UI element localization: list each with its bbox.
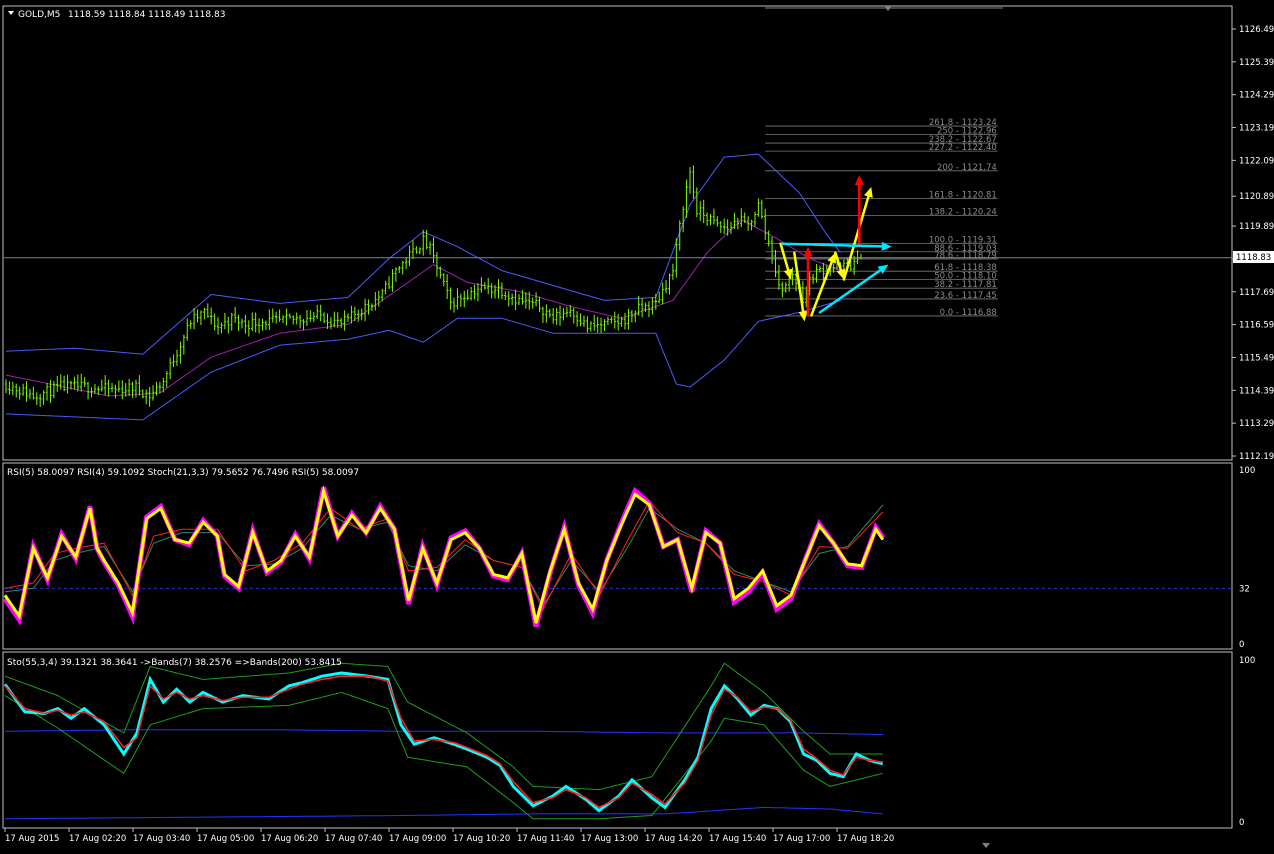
rsi-axis-label: 0 [1239, 640, 1244, 650]
price-axis-label: 1122.09 [1239, 156, 1274, 166]
price-axis-label: 1114.39 [1239, 386, 1274, 396]
time-axis-label: 17 Aug 2015 [5, 834, 59, 844]
sto-panel-title: Sto(55,3,4) 39.1321 38.3641 ->Bands(7) 3… [7, 658, 342, 668]
price-axis-label: 1123.19 [1239, 124, 1274, 134]
fib-level-label: 227.2 - 1122.40 [929, 143, 997, 153]
chart-background [0, 0, 1274, 850]
price-axis-label: 1126.49 [1239, 25, 1274, 35]
time-axis-label: 17 Aug 09:00 [389, 834, 446, 844]
time-axis-label: 17 Aug 10:20 [453, 834, 510, 844]
fib-level-label: 200 - 1121.74 [937, 163, 997, 173]
fib-level-label: 38.2 - 1117.81 [934, 280, 997, 290]
price-axis-label: 1113.29 [1239, 419, 1274, 429]
time-axis-label: 17 Aug 05:00 [197, 834, 254, 844]
rsi-axis-label: 32 [1239, 584, 1250, 594]
rsi-axis-label: 100 [1239, 466, 1255, 476]
symbol-title: GOLD,M5 [18, 10, 60, 20]
price-axis-label: 1119.89 [1239, 222, 1274, 232]
time-axis-label: 17 Aug 03:40 [133, 834, 190, 844]
time-axis-label: 17 Aug 07:40 [325, 834, 382, 844]
price-axis-label: 1124.29 [1239, 91, 1274, 101]
sto-axis-label: 0 [1239, 818, 1244, 828]
fib-level-label: 23.6 - 1117.45 [934, 291, 997, 301]
price-axis-label: 1117.69 [1239, 288, 1274, 298]
fib-level-label: 78.6 - 1118.79 [934, 251, 997, 261]
price-axis-label: 1115.49 [1239, 353, 1274, 363]
time-axis-label: 17 Aug 11:40 [517, 834, 574, 844]
ohlc-values: 1118.59 1118.84 1118.49 1118.83 [68, 10, 225, 20]
fib-level-label: 161.8 - 1120.81 [929, 191, 997, 201]
time-axis-label: 17 Aug 14:20 [645, 834, 702, 844]
fib-level-label: 0.0 - 1116.88 [940, 308, 997, 318]
chart-canvas[interactable]: 261.8 - 1123.24250 - 1122.96238.2 - 1122… [0, 0, 1274, 850]
fib-level-label: 138.2 - 1120.24 [929, 208, 997, 218]
gold-m5-chart-window[interactable]: 261.8 - 1123.24 250 - 1122.96 238.2 - 1122… [0, 0, 1274, 850]
time-axis-label: 17 Aug 18:20 [837, 834, 894, 844]
time-axis-label: 17 Aug 13:00 [581, 834, 638, 844]
price-axis-label: 1125.39 [1239, 58, 1274, 68]
time-axis-label: 17 Aug 02:20 [69, 834, 126, 844]
time-axis-label: 17 Aug 06:20 [261, 834, 318, 844]
price-axis-label: 1120.89 [1239, 192, 1274, 202]
price-axis-label: 1112.19 [1239, 452, 1274, 462]
current-price-label: 1118.83 [1236, 253, 1271, 263]
sto-axis-label: 100 [1239, 656, 1255, 666]
rsi-panel-title: RSI(5) 58.0097 RSI(4) 59.1092 Stoch(21,3… [7, 468, 359, 478]
price-axis-label: 1116.59 [1239, 321, 1274, 331]
time-axis-label: 17 Aug 15:40 [709, 834, 766, 844]
time-axis-label: 17 Aug 17:00 [773, 834, 830, 844]
